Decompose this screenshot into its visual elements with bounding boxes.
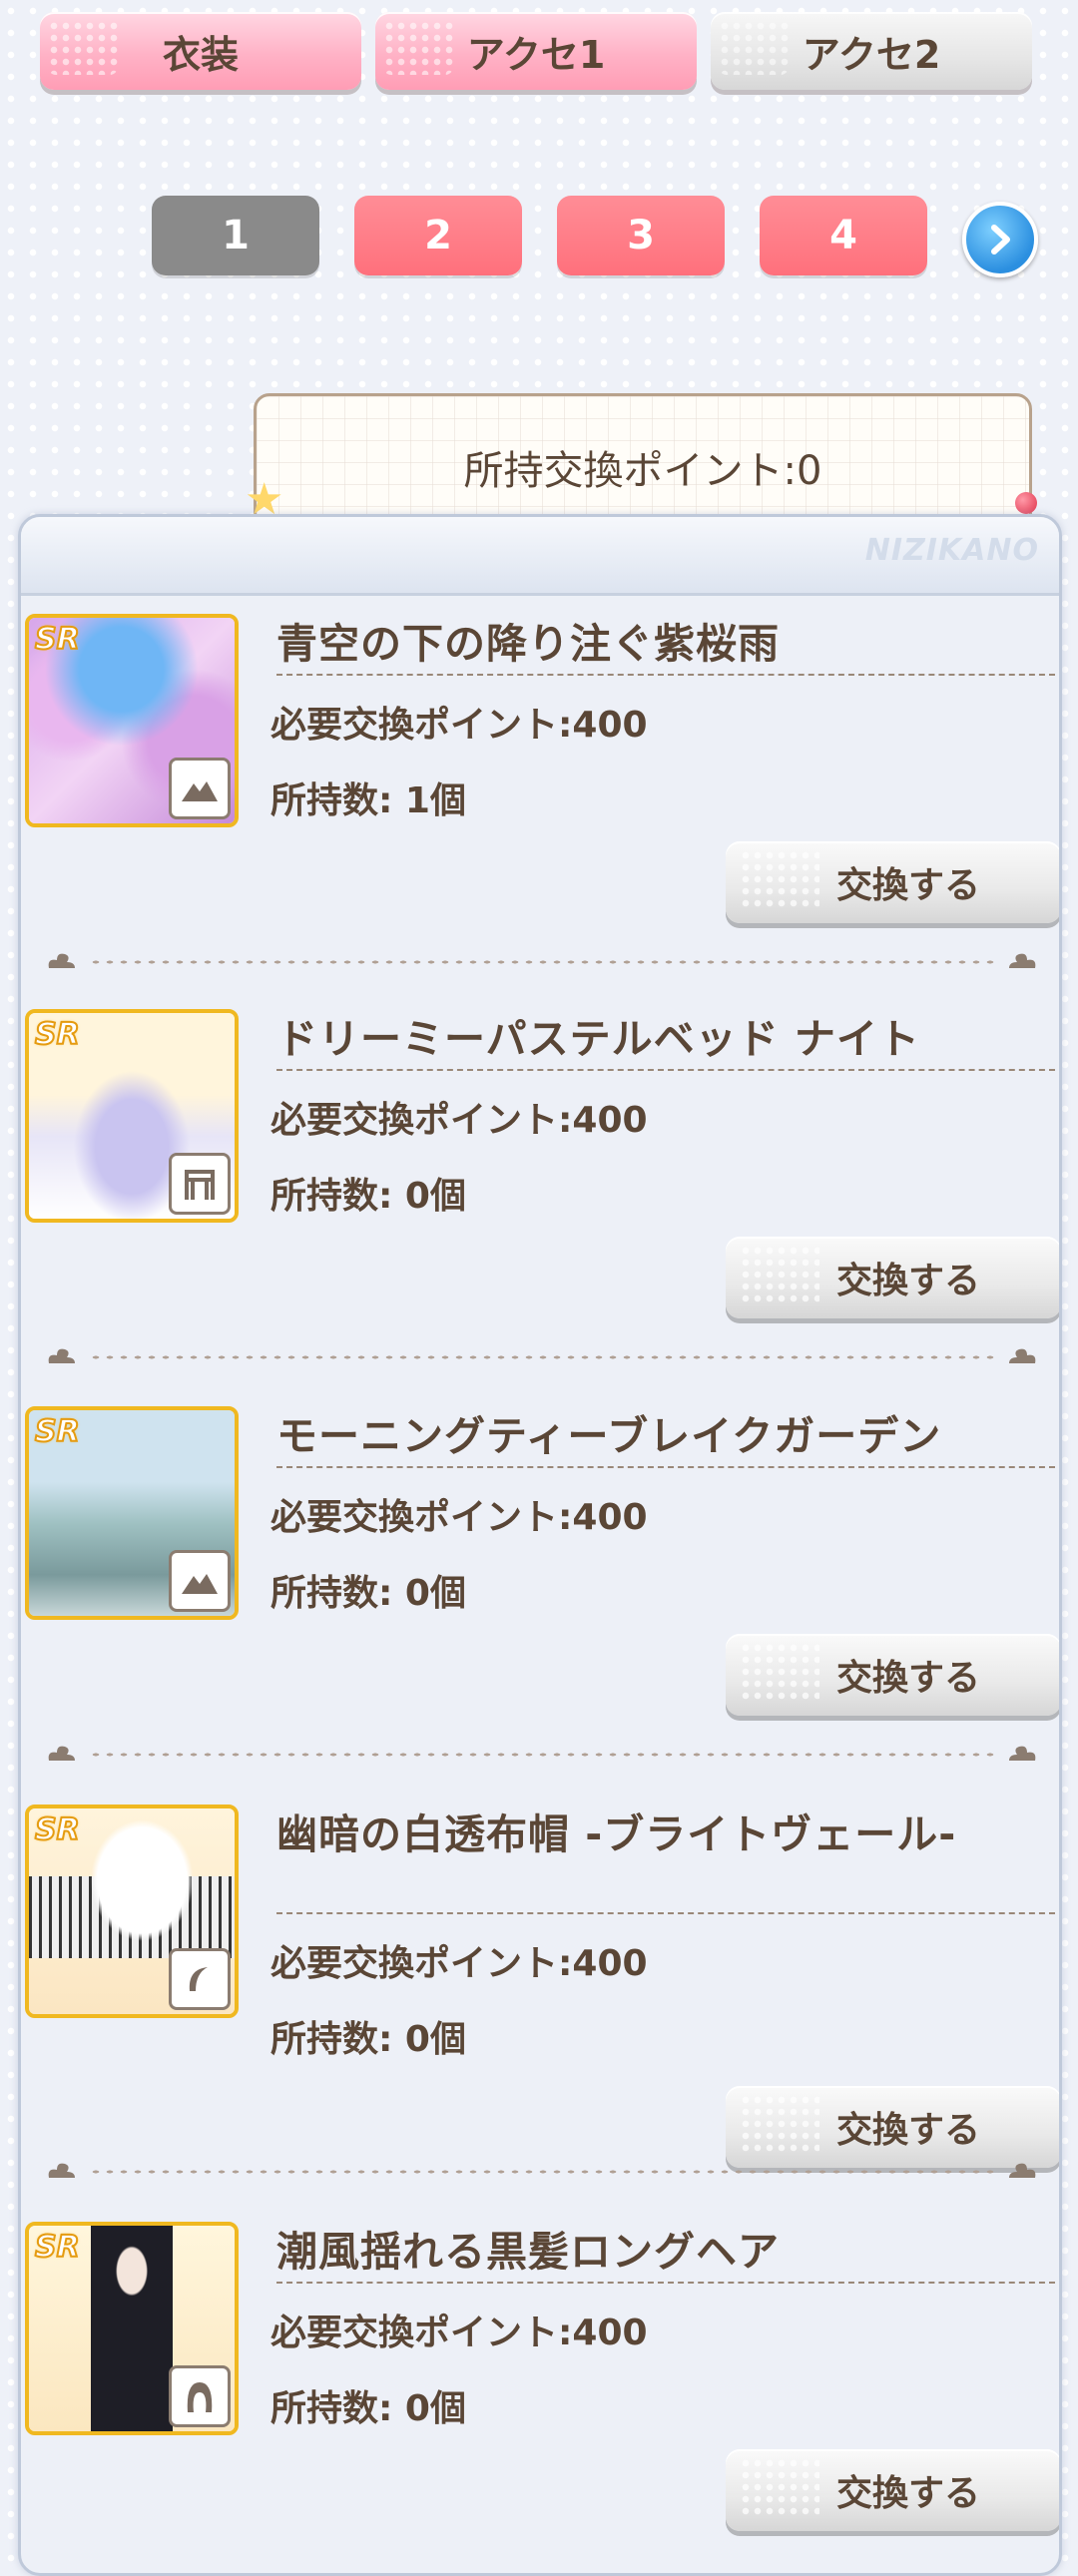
exchange-button[interactable]: 交換する — [726, 1634, 1059, 1716]
tab-costume[interactable]: 衣装 — [40, 12, 361, 90]
rarity-badge: SR — [34, 1811, 81, 1848]
exchange-item: SR ドリーミーパステルベッド ナイト 必要交換ポイント:400 所持数: 0個… — [21, 999, 1059, 1394]
item-thumbnail[interactable]: SR — [25, 2222, 239, 2435]
item-name: ドリーミーパステルベッド ナイト — [276, 1015, 920, 1063]
item-separator — [45, 1743, 1039, 1767]
owned-count: 所持数: 0個 — [270, 2388, 466, 2429]
exchange-button[interactable]: 交換する — [726, 2086, 1059, 2168]
rarity-badge: SR — [34, 2229, 81, 2266]
exchange-button-label: 交換する — [835, 865, 980, 906]
exchange-button[interactable]: 交換する — [726, 2449, 1059, 2531]
item-name: 幽暗の白透布帽 -ブライトヴェール- — [276, 1810, 957, 1858]
category-tabs: 衣装 アクセ1 アクセ2 — [40, 12, 1038, 94]
exchange-item-list[interactable]: NIZIKANO SR 青空の下の降り注ぐ紫桜雨 必要交換ポイント:400 所持… — [18, 514, 1062, 2576]
divider — [276, 1069, 1055, 1071]
tab-costume-label: 衣装 — [162, 32, 239, 77]
page-button-2[interactable]: 2 — [354, 196, 522, 275]
divider — [276, 1912, 1055, 1914]
tab-accessory-1-label: アクセ1 — [466, 32, 606, 77]
divider — [276, 674, 1055, 676]
tab-accessory-2[interactable]: アクセ2 — [711, 12, 1032, 90]
panel-header: NIZIKANO — [21, 517, 1059, 596]
item-separator — [45, 1345, 1039, 1369]
tab-accessory-2-label: アクセ2 — [802, 32, 941, 77]
exchange-button[interactable]: 交換する — [726, 841, 1059, 923]
owned-count: 所持数: 1個 — [270, 780, 466, 821]
item-name: 青空の下の降り注ぐ紫桜雨 — [276, 620, 780, 668]
next-page-button[interactable] — [962, 202, 1038, 277]
item-separator — [45, 950, 1039, 974]
item-name: モーニングティーブレイクガーデン — [276, 1412, 942, 1460]
required-points: 必要交換ポイント:400 — [270, 705, 648, 746]
divider — [276, 1466, 1055, 1468]
item-thumbnail[interactable]: SR — [25, 1804, 239, 2018]
chevron-right-icon — [991, 225, 1010, 255]
exchange-item: SR 潮風揺れる黒髪ロングヘア 必要交換ポイント:400 所持数: 0個 交換す… — [21, 2212, 1059, 2573]
exchange-button-label: 交換する — [835, 2110, 980, 2151]
item-name: 潮風揺れる黒髪ロングヘア — [276, 2228, 780, 2276]
rarity-badge: SR — [34, 621, 81, 658]
owned-count: 所持数: 0個 — [270, 2019, 466, 2060]
hair-icon — [169, 2365, 231, 2427]
rarity-badge: SR — [34, 1016, 81, 1053]
exchange-button[interactable]: 交換する — [726, 1237, 1059, 1318]
owned-count: 所持数: 0個 — [270, 1176, 466, 1217]
exchange-button-label: 交換する — [835, 1261, 980, 1301]
exchange-button-label: 交換する — [835, 2473, 980, 2514]
mountain-icon — [169, 1550, 231, 1612]
exchange-button-label: 交換する — [835, 1658, 980, 1699]
required-points: 必要交換ポイント:400 — [270, 1943, 648, 1984]
page-button-4[interactable]: 4 — [760, 196, 927, 275]
page-button-1[interactable]: 1 — [152, 196, 319, 275]
required-points: 必要交換ポイント:400 — [270, 1497, 648, 1538]
exchange-points-label: 所持交換ポイント:0 — [463, 448, 822, 494]
mountain-icon — [169, 758, 231, 819]
page-button-3[interactable]: 3 — [557, 196, 725, 275]
tab-accessory-1[interactable]: アクセ1 — [375, 12, 697, 90]
item-thumbnail[interactable]: SR — [25, 614, 239, 827]
furniture-icon — [169, 1153, 231, 1215]
pin-icon — [1015, 492, 1037, 514]
exchange-item: SR モーニングティーブレイクガーデン 必要交換ポイント:400 所持数: 0個… — [21, 1396, 1059, 1792]
required-points: 必要交換ポイント:400 — [270, 1100, 648, 1141]
divider — [276, 2282, 1055, 2284]
brand-watermark: NIZIKANO — [864, 533, 1039, 568]
owned-count: 所持数: 0個 — [270, 1573, 466, 1614]
item-thumbnail[interactable]: SR — [25, 1009, 239, 1223]
headwear-icon — [169, 1948, 231, 2010]
rarity-badge: SR — [34, 1413, 81, 1450]
required-points: 必要交換ポイント:400 — [270, 2313, 648, 2353]
item-separator — [45, 2160, 1039, 2184]
exchange-item: SR 青空の下の降り注ぐ紫桜雨 必要交換ポイント:400 所持数: 1個 交換す… — [21, 604, 1059, 999]
item-thumbnail[interactable]: SR — [25, 1406, 239, 1620]
